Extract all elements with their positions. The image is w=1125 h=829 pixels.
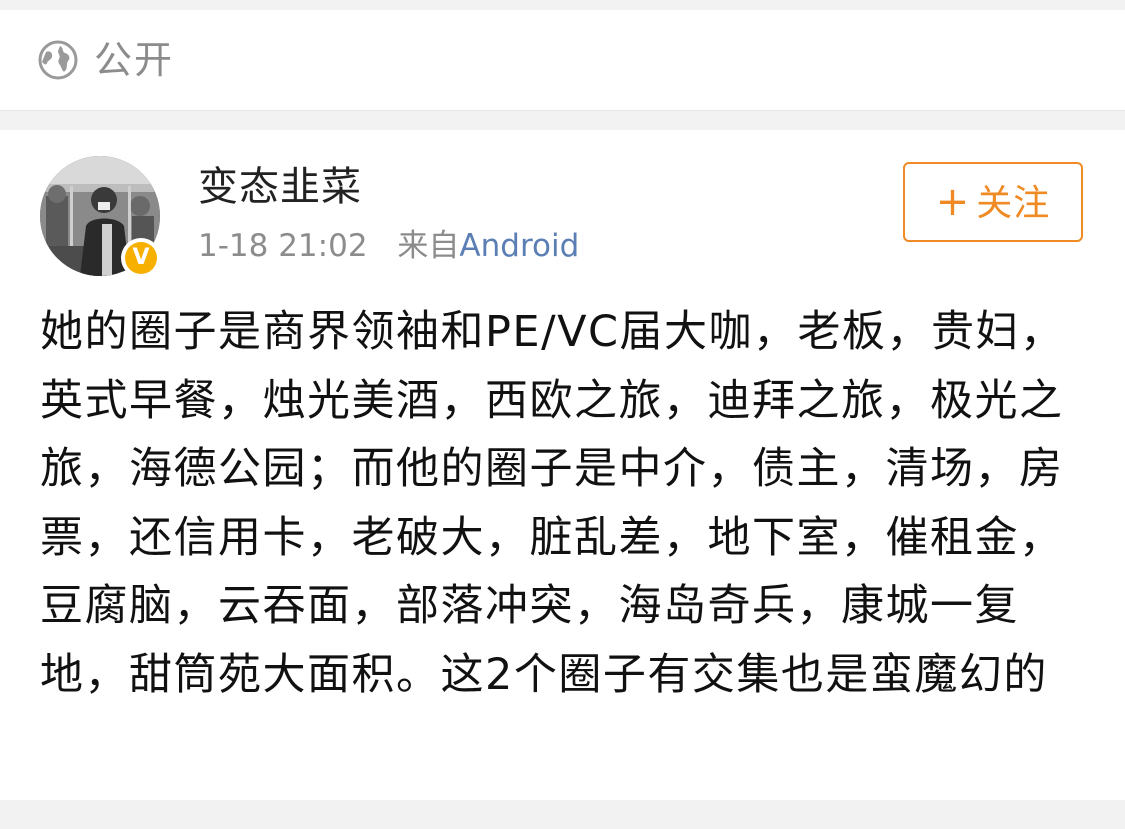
post-card: V 变态韭菜 1-18 21:02 来自Android + 关注 她的圈子是商界领… — [0, 130, 1125, 800]
globe-icon — [38, 40, 78, 80]
post-timestamp: 1-18 21:02 — [198, 228, 368, 264]
source-link[interactable]: Android — [459, 228, 579, 264]
post-meta: 1-18 21:02 来自Android — [198, 226, 579, 266]
visibility-bar: 公开 — [0, 10, 1125, 111]
plus-icon: + — [935, 179, 971, 225]
visibility-label: 公开 — [94, 38, 175, 82]
post-text: 她的圈子是商界领袖和PE/VC届大咖，老板，贵妇，英式早餐，烛光美酒，西欧之旅，… — [40, 307, 1065, 700]
verified-badge: V — [121, 238, 161, 278]
author-name[interactable]: 变态韭菜 — [198, 162, 362, 212]
section-gap — [0, 111, 1125, 130]
verified-icon: V — [125, 242, 157, 274]
bottom-strip — [0, 800, 1125, 829]
follow-button[interactable]: + 关注 — [903, 162, 1083, 242]
source-prefix: 来自 — [397, 228, 460, 264]
top-strip — [0, 0, 1125, 10]
follow-label: 关注 — [976, 183, 1051, 224]
